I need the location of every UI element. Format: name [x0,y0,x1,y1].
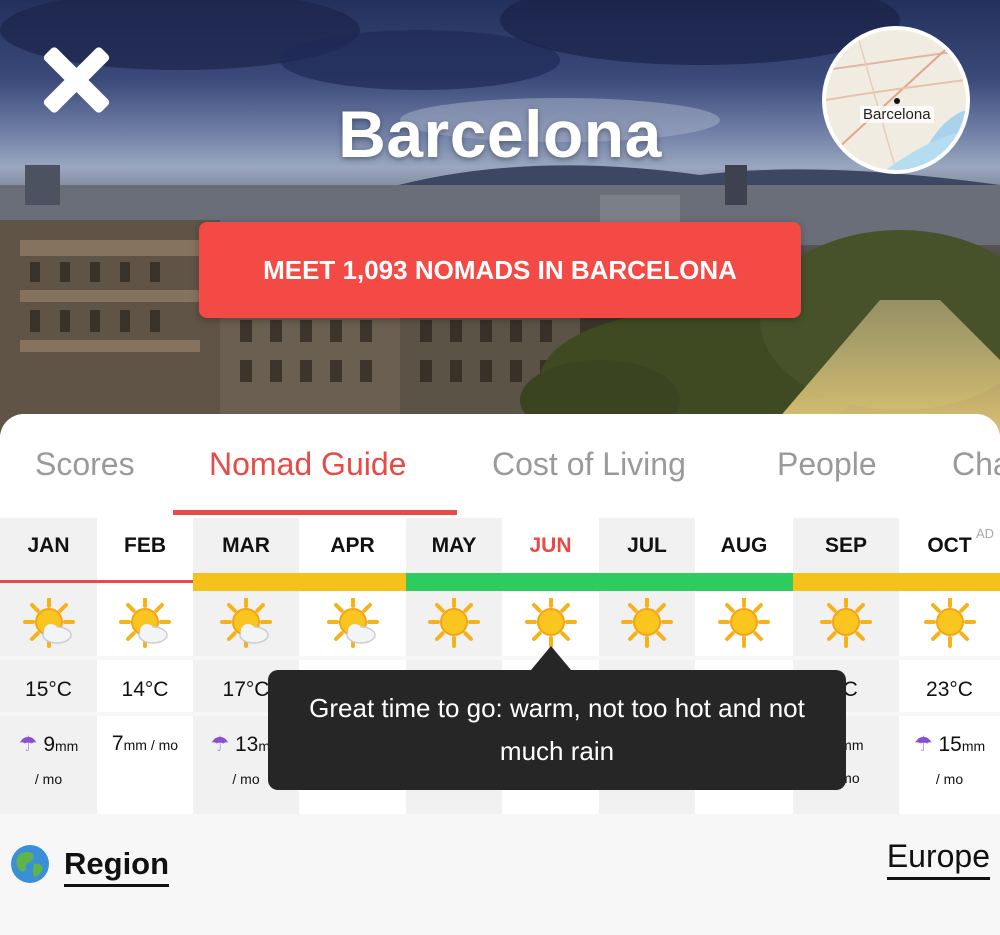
month-name: JAN [27,534,70,557]
tooltip-text: Great time to go: warm, not too hot and … [309,693,805,766]
row-divider [0,656,97,660]
season-quality-bar [299,573,406,591]
umbrella-icon: ☂ [210,733,230,756]
season-quality-bar [899,573,1000,591]
row-divider [193,656,299,660]
sun-icon [621,596,673,650]
month-temperature: 23°C [926,678,973,701]
month-rainfall: 7mm / mo [111,732,179,755]
sun-cloud-icon [119,596,171,650]
sun-icon [428,596,480,650]
month-name: JUL [627,534,667,557]
tab-scores[interactable]: Scores [35,446,135,483]
active-tab-indicator [173,510,457,515]
season-quality-bar [599,573,695,591]
umbrella-icon: ☂ [18,733,38,756]
month-name: APR [330,534,375,557]
hero-banner: Barcelona Barcelona MEET 1,093 NOMADS IN… [0,0,1000,440]
region-label: Region [64,846,170,887]
month-temperature: 15°C [25,678,72,701]
season-quality-bar [0,580,97,583]
map-label: Barcelona [860,106,934,123]
month-column-oct[interactable]: OCT 23°C ☂ 15mm / mo [899,518,1000,814]
row-divider [0,712,97,716]
region-row: Region Europe [0,818,1000,935]
sun-cloud-icon [220,596,272,650]
month-name: SEP [824,534,868,557]
sun-icon [524,596,577,650]
row-divider [97,712,193,716]
tab-chat[interactable]: Cha [952,446,1000,483]
tab-cost-of-living[interactable]: Cost of Living [492,446,686,483]
sun-cloud-icon [326,596,379,650]
sun-cloud-icon [22,596,75,650]
month-name: JUN [529,534,572,557]
weather-tooltip: Great time to go: warm, not too hot and … [268,670,846,790]
month-column-feb[interactable]: FEB 14°C 7mm / mo [97,518,193,814]
month-rainfall: ☂ 9mm / mo [18,733,79,787]
month-name: AUG [720,534,768,557]
row-divider [793,656,899,660]
season-quality-bar [695,573,793,591]
tab-people[interactable]: People [777,446,877,483]
row-divider [899,712,1000,716]
row-divider [97,656,193,660]
season-quality-bar [502,573,599,591]
row-divider [406,656,502,660]
region-value-link[interactable]: Europe [886,838,990,880]
season-quality-bar [97,580,193,583]
month-name: FEB [124,534,166,557]
ad-label: AD [976,526,995,541]
row-divider [299,656,406,660]
season-quality-bar [406,573,502,591]
tab-bar: Scores Nomad Guide Cost of Living People… [0,414,1000,519]
map-marker [894,98,900,104]
season-quality-bar [193,573,299,591]
tooltip-arrow [531,646,571,670]
month-name: MAR [222,534,270,557]
globe-icon [11,845,49,883]
map-thumbnail[interactable]: Barcelona [822,26,970,174]
sun-icon [820,596,872,650]
sun-icon [718,596,770,650]
month-temperature: 14°C [121,678,169,701]
row-divider [599,656,695,660]
row-divider [899,656,1000,660]
month-rainfall: ☂ 15mm / mo [913,733,986,787]
month-column-jan[interactable]: JAN 15°C ☂ 9mm / mo [0,518,97,814]
meet-nomads-button[interactable]: MEET 1,093 NOMADS IN BARCELONA [199,222,801,318]
tab-nomad-guide[interactable]: Nomad Guide [209,446,406,483]
season-quality-bar [793,573,899,591]
umbrella-icon: ☂ [913,733,933,756]
month-name: MAY [431,534,477,557]
row-divider [695,656,793,660]
sun-icon [923,596,976,650]
